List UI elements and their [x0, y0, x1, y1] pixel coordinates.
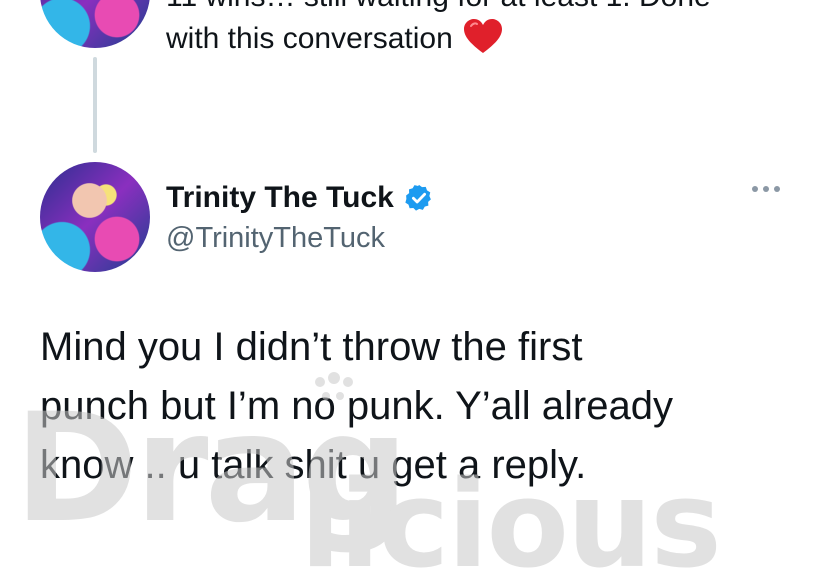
tweet-line: know .. u talk shit u get a reply.	[40, 443, 587, 487]
tweet-text: Mind you I didn’t throw the first punch …	[40, 318, 800, 495]
previous-author-avatar[interactable]	[40, 0, 150, 48]
more-dot	[774, 186, 780, 192]
more-dot	[752, 186, 758, 192]
more-dot	[763, 186, 769, 192]
author-handle[interactable]: @TrinityTheTuck	[166, 220, 385, 256]
thread-connector-line	[93, 57, 97, 153]
author-avatar[interactable]	[40, 162, 150, 272]
author-name[interactable]: Trinity The Tuck	[166, 180, 394, 216]
verified-badge-icon	[405, 184, 431, 211]
more-options-icon[interactable]	[752, 186, 780, 192]
tweet-line: Mind you I didn’t throw the first	[40, 325, 583, 369]
previous-tweet-line: with this conversation	[166, 18, 806, 60]
previous-tweet-line: 11 wins… still waiting for at least 1. D…	[166, 0, 806, 18]
tweet-line: punch but I’m no punk. Y’all already	[40, 384, 673, 428]
previous-tweet-text: 11 wins… still waiting for at least 1. D…	[166, 0, 806, 60]
author-name-row[interactable]: Trinity The Tuck	[166, 180, 434, 216]
red-heart-icon	[463, 19, 502, 53]
